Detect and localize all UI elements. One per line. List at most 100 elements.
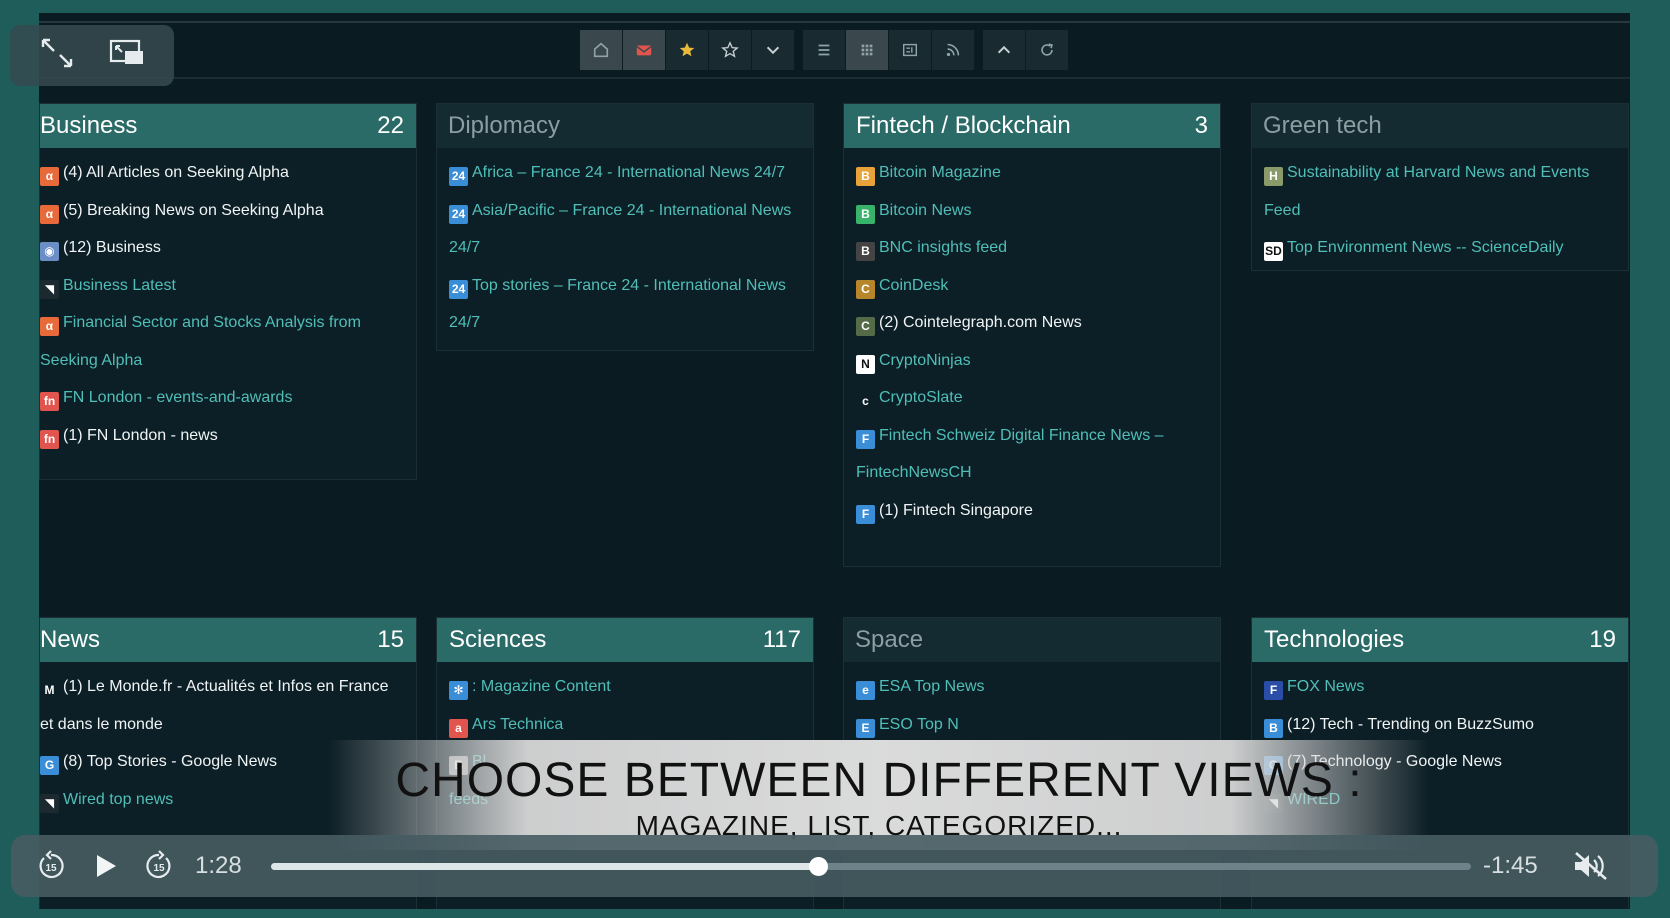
category-panel-diplomacy: Diplomacy 24 Africa – France 24 - Internat… xyxy=(436,103,814,351)
feed-item[interactable]: N CryptoNinjas xyxy=(844,342,1220,380)
feed-icon: SD xyxy=(1264,242,1283,261)
feed-item[interactable]: SD Top Environment News -- ScienceDaily xyxy=(1252,229,1628,267)
feed-label-continued: 24/7 xyxy=(449,239,481,256)
feed-item[interactable]: e ESA Top News xyxy=(844,668,1220,706)
feed-icon: F xyxy=(856,429,875,449)
feed-icon: α xyxy=(40,204,59,224)
feed-item[interactable]: a Ars Technica xyxy=(437,706,813,744)
panel-header[interactable]: News 15 xyxy=(40,618,416,662)
feed-label: CoinDesk xyxy=(879,276,949,294)
feed-item[interactable]: C (2) Cointelegraph.com News xyxy=(844,304,1220,342)
feed-label-continued: 24/7 xyxy=(449,314,481,331)
muted-speaker-icon[interactable] xyxy=(1569,850,1613,882)
feed-label: BNC insights feed xyxy=(879,239,1008,256)
feed-label: Bitcoin Magazine xyxy=(879,164,1001,181)
unread-count-badge: 19 xyxy=(1589,626,1616,653)
chevron-up-icon[interactable] xyxy=(983,30,1026,70)
feed-icon: ◉ xyxy=(40,242,59,261)
feed-item[interactable]: ◥ Business Latest xyxy=(40,267,416,305)
picture-in-picture-icon[interactable] xyxy=(109,36,145,75)
feed-item[interactable]: F Fintech Schweiz Digital Finance News – F… xyxy=(844,417,1220,492)
feed-item[interactable]: B Bitcoin Magazine xyxy=(844,154,1220,192)
toolbar-group-nav xyxy=(983,30,1069,70)
feed-item[interactable]: F FOX News xyxy=(1252,668,1628,706)
feed-item[interactable]: ✻: Magazine Content xyxy=(437,668,813,706)
rewind-15-icon[interactable]: 15 xyxy=(35,850,67,882)
feed-label: (12) Tech - Trending on BuzzSumo xyxy=(1287,715,1534,733)
panel-header[interactable]: Technologies 19 xyxy=(1252,618,1628,662)
feed-label: (4) All Articles on Seeking Alpha xyxy=(63,164,289,181)
feed-item[interactable]: B Bitcoin News xyxy=(844,192,1220,230)
feed-label: CryptoSlate xyxy=(879,389,963,406)
feed-icon: N xyxy=(856,354,875,374)
feed-item[interactable]: fn FN London - events-and-awards xyxy=(40,379,416,417)
expand-icon[interactable] xyxy=(39,36,75,75)
feed-item[interactable]: α (4) All Articles on Seeking Alpha xyxy=(40,154,416,192)
toolbar-group-views xyxy=(803,30,975,70)
refresh-icon[interactable] xyxy=(1026,30,1069,70)
grid-view-icon[interactable] xyxy=(846,30,889,70)
feed-item[interactable]: M (1) Le Monde.fr - Actualités et Infos e… xyxy=(40,668,416,743)
feed-item[interactable]: B BNC insights feed xyxy=(844,229,1220,267)
feed-item[interactable]: ◉ (12) Business xyxy=(40,229,416,267)
feed-item[interactable]: F (1) Fintech Singapore xyxy=(844,492,1220,530)
svg-text:15: 15 xyxy=(153,863,165,874)
feed-list: B Bitcoin Magazine B Bitcoin News B BNC insig… xyxy=(844,148,1220,529)
chevron-down-icon[interactable] xyxy=(752,30,795,70)
feed-item[interactable]: 24 Asia/Pacific – France 24 - Internation… xyxy=(437,192,813,267)
feed-item[interactable]: c CryptoSlate xyxy=(844,379,1220,417)
feed-icon: α xyxy=(40,167,59,186)
home-icon[interactable] xyxy=(580,30,623,70)
feed-label: (1) FN London - news xyxy=(63,426,218,444)
forward-15-icon[interactable]: 15 xyxy=(143,850,175,882)
feed-item[interactable]: α (5) Breaking News on Seeking Alpha xyxy=(40,192,416,230)
caption-title: CHOOSE BETWEEN DIFFERENT VIEWS : xyxy=(395,754,1363,807)
unread-count-badge: 117 xyxy=(762,626,801,653)
card-view-icon[interactable] xyxy=(889,30,932,70)
panel-header[interactable]: Space xyxy=(844,618,1220,662)
panel-header[interactable]: Business 22 xyxy=(40,104,416,148)
feed-icon: G xyxy=(40,756,59,775)
feed-icon: 24 xyxy=(449,167,468,186)
star-filled-icon[interactable] xyxy=(666,30,709,70)
feed-icon: fn xyxy=(40,429,59,449)
scrubber-handle[interactable] xyxy=(809,856,829,876)
panel-title: Sciences xyxy=(449,626,547,653)
unread-count-badge: 3 xyxy=(1194,112,1208,139)
panel-title: Space xyxy=(855,626,924,653)
remaining-time: -1:45 xyxy=(1483,852,1538,879)
feed-icon: B xyxy=(856,167,875,186)
feed-label: Financial Sector and Stocks Analysis fro… xyxy=(63,314,361,331)
panel-title: Business xyxy=(40,112,138,139)
feed-list: α (4) All Articles on Seeking Alpha α (5) B… xyxy=(40,148,416,454)
progress-fill xyxy=(271,862,819,870)
panel-header[interactable]: Green tech xyxy=(1252,104,1628,148)
picture-in-picture-controls xyxy=(10,25,174,86)
feed-item[interactable]: α Financial Sector and Stocks Analysis fr… xyxy=(40,304,416,379)
feed-icon: F xyxy=(1264,681,1283,700)
feed-label-continued: FintechNewsCH xyxy=(856,464,972,481)
unread-count-badge: 15 xyxy=(377,626,404,653)
feed-item[interactable]: C CoinDesk xyxy=(844,267,1220,305)
feed-item[interactable]: 24 Top stories – France 24 - Internationa… xyxy=(437,267,813,342)
mail-icon[interactable] xyxy=(623,30,666,70)
list-view-icon[interactable] xyxy=(803,30,846,70)
panel-header[interactable]: Sciences 117 xyxy=(437,618,813,662)
feed-icon: e xyxy=(856,681,875,700)
feed-label: Fintech Schweiz Digital Finance News – xyxy=(879,426,1164,444)
feed-item[interactable]: E ESO Top N xyxy=(844,706,1220,744)
panel-title: Fintech / Blockchain xyxy=(856,112,1071,139)
panel-header[interactable]: Fintech / Blockchain 3 xyxy=(844,104,1220,148)
top-rule xyxy=(39,21,1630,23)
rss-icon[interactable] xyxy=(932,30,975,70)
feed-label: Top Environment News -- ScienceDaily xyxy=(1287,239,1564,256)
feed-item[interactable]: H Sustainability at Harvard News and Even… xyxy=(1252,154,1628,229)
feed-item[interactable]: B (12) Tech - Trending on BuzzSumo xyxy=(1252,706,1628,744)
panel-header[interactable]: Diplomacy xyxy=(437,104,813,148)
feed-item[interactable]: 24 Africa – France 24 - International New… xyxy=(437,154,813,192)
feed-label-continued: et dans le monde xyxy=(40,715,163,733)
progress-track[interactable] xyxy=(271,856,1471,876)
star-outline-icon[interactable] xyxy=(709,30,752,70)
play-icon[interactable] xyxy=(89,850,121,882)
feed-item[interactable]: fn (1) FN London - news xyxy=(40,417,416,455)
